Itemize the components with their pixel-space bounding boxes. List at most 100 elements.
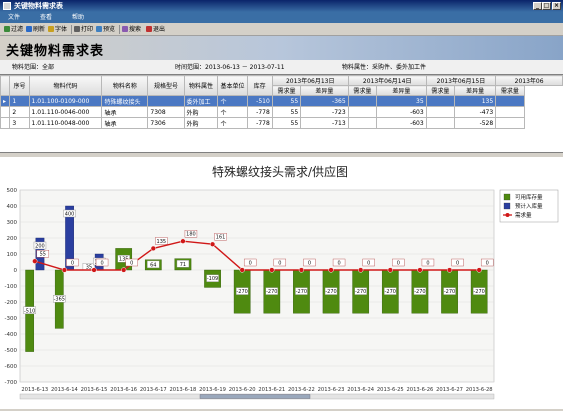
material-table: 序号 物料代码 物料名称 规格型号 物料属性 基本单位 库存 2013年06月1… [0, 75, 563, 129]
sub-header-diff[interactable]: 差异量 [300, 85, 349, 96]
toolbar-separator [71, 25, 72, 34]
refresh-label: 刷新 [33, 26, 46, 33]
menu-file[interactable]: 文件 [8, 13, 20, 22]
preview-icon [96, 26, 102, 32]
data-label-available-stock: -270 [474, 289, 485, 295]
chart-title: 特殊螺纹接头需求/供应图 [212, 164, 348, 179]
cell-diff: 35 [376, 95, 427, 107]
cell-demand [495, 117, 525, 129]
data-label-available-stock: 71 [180, 262, 186, 268]
font-label: 字体 [55, 26, 68, 33]
data-label-demand: 0 [278, 261, 281, 267]
data-label-demand: 0 [367, 261, 370, 267]
data-label-available-stock: -109 [207, 276, 218, 282]
data-label-available-stock: -365 [54, 297, 65, 303]
y-tick-label: -500 [5, 348, 18, 354]
demand-point [387, 267, 393, 273]
refresh-icon [26, 26, 32, 32]
cell-unit: 个 [217, 95, 248, 107]
y-tick-label: -600 [5, 364, 18, 370]
data-label-demand: 0 [308, 261, 311, 267]
col-header-seq[interactable]: 序号 [9, 75, 30, 96]
font-button[interactable]: 字体 [48, 25, 67, 34]
y-tick-label: 100 [7, 252, 18, 258]
maximize-button[interactable]: □ [542, 2, 551, 10]
table-row[interactable]: 3 1.01.110-0048-000 轴承 7306 外购 个 -778 55… [0, 117, 563, 129]
search-button[interactable]: 搜索 [122, 25, 141, 34]
x-tick-label: 2013-6-17 [140, 387, 167, 393]
filter-label: 过滤 [11, 26, 24, 33]
preview-button[interactable]: 预览 [96, 25, 115, 34]
sub-header-diff[interactable]: 差异量 [376, 85, 427, 96]
demand-point [239, 267, 245, 273]
row-indicator [0, 106, 11, 118]
filter-button[interactable]: 过滤 [4, 25, 23, 34]
legend-swatch [503, 202, 511, 210]
cell-diff: -365 [300, 95, 349, 107]
data-label-available-stock: -270 [266, 289, 277, 295]
demand-point [150, 245, 156, 252]
row-indicator: ▸ [0, 95, 11, 107]
x-tick-label: 2013-6-28 [466, 387, 493, 393]
minimize-button[interactable]: _ [533, 2, 542, 10]
date-header-0613: 2013年06月13日 [271, 75, 349, 86]
demand-point [91, 267, 97, 273]
close-button[interactable]: × [552, 2, 561, 10]
table-row[interactable]: ▸ 1 1.01.100-0109-000 特殊螺纹接头 委外加工 个 -510… [0, 95, 563, 107]
y-tick-label: 300 [7, 220, 18, 226]
data-label-available-stock: -270 [444, 289, 455, 295]
cell-diff: -603 [376, 106, 427, 118]
sub-header-demand[interactable]: 需求量 [271, 85, 302, 96]
col-header-stock[interactable]: 库存 [246, 75, 273, 96]
y-tick-label: 0 [14, 268, 18, 274]
x-tick-label: 2013-6-16 [110, 387, 137, 393]
y-tick-label: 500 [7, 188, 18, 194]
col-header-unit[interactable]: 基本单位 [217, 75, 248, 96]
x-tick-label: 2013-6-23 [318, 387, 345, 393]
printer-icon [74, 26, 80, 32]
cell-code: 1.01.110-0048-000 [28, 117, 103, 129]
data-label-demand: 161 [216, 235, 226, 241]
cell-name: 轴承 [101, 117, 149, 129]
col-header-attr[interactable]: 物料属性 [183, 75, 219, 96]
menu-view[interactable]: 查看 [40, 13, 52, 22]
x-tick-label: 2013-6-26 [407, 387, 434, 393]
title-bar: 关键物料需求表 _ □ × [0, 0, 563, 12]
col-header-indicator [0, 75, 11, 96]
cell-code: 1.01.100-0109-000 [28, 95, 103, 107]
cell-diff: -603 [376, 117, 427, 129]
cell-demand: 55 [271, 117, 302, 129]
time-range-text: 时间范围：2013-06-13 － 2013-07-11 [175, 64, 285, 71]
sub-header-demand[interactable]: 需求量 [425, 85, 456, 96]
cell-stock: -510 [246, 95, 273, 107]
sub-header-demand[interactable]: 需求量 [347, 85, 378, 96]
cell-diff: -723 [300, 106, 349, 118]
data-label-demand: 0 [426, 261, 429, 267]
filter-info-bar: 物料范围：全部 时间范围：2013-06-13 － 2013-07-11 物料属… [0, 60, 563, 74]
data-label-planned-receipt: 400 [65, 212, 75, 218]
col-header-name[interactable]: 物料名称 [101, 75, 149, 96]
date-header-0614: 2013年06月14日 [347, 75, 427, 86]
x-tick-label: 2013-6-21 [258, 387, 285, 393]
demand-point [476, 267, 482, 273]
search-icon [122, 26, 128, 32]
sub-header-diff[interactable]: 差异量 [454, 85, 497, 96]
cell-stock: -778 [246, 106, 273, 118]
cell-attr: 外购 [183, 117, 219, 129]
col-header-code[interactable]: 物料代码 [28, 75, 103, 96]
print-button[interactable]: 打印 [74, 25, 93, 34]
menu-bar: 文件 查看 帮助 [0, 12, 563, 23]
cell-demand [347, 95, 378, 107]
date-header-0616: 2013年06 [495, 75, 563, 86]
cell-demand [425, 106, 456, 118]
exit-button[interactable]: 退出 [146, 25, 165, 34]
col-header-spec[interactable]: 规格型号 [147, 75, 185, 96]
app-icon [3, 2, 11, 10]
refresh-button[interactable]: 刷新 [26, 25, 45, 34]
table-row[interactable]: 2 1.01.110-0046-000 轴承 7308 外购 个 -778 55… [0, 106, 563, 118]
sub-header-demand[interactable]: 需求量 [495, 85, 525, 96]
menu-help[interactable]: 帮助 [72, 13, 84, 22]
y-tick-label: -700 [5, 380, 18, 386]
search-label: 搜索 [129, 26, 142, 33]
material-attribute-text: 物料属性：采购件、委外加工件 [342, 64, 427, 71]
